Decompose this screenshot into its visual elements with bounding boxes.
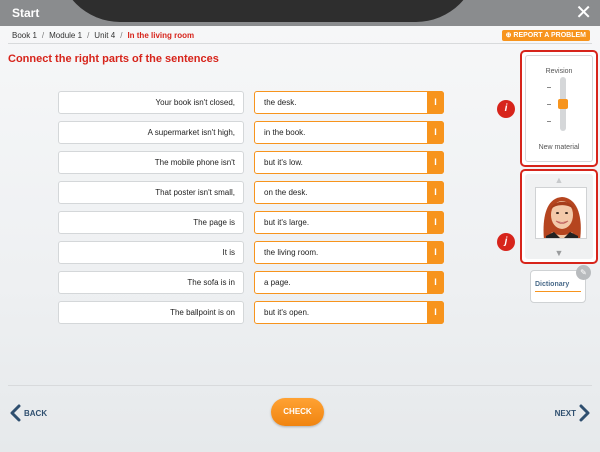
slider-tick [547,87,551,88]
sentence-start: The sofa is in [58,271,244,294]
sentence-ending-draggable[interactable]: in the book. I [254,121,444,144]
sentence-ending-draggable[interactable]: on the desk. I [254,181,444,204]
back-button[interactable]: BACK [9,404,47,422]
sentence-row: A supermarket isn't high, in the book. I [58,121,448,151]
sentence-ending: but it's low. [264,158,303,167]
chevron-down-icon[interactable]: ▼ [525,248,593,258]
report-icon: ⊕ [505,32,512,39]
breadcrumb-unit[interactable]: Unit 4 [94,31,115,40]
sentence-row: The mobile phone isn't but it's low. I [58,151,448,181]
slider-tick [547,104,551,105]
revision-label: Revision [545,68,573,75]
next-label: NEXT [554,408,576,418]
drag-handle-icon[interactable]: I [427,121,444,144]
sentence-start: Your book isn't closed, [58,91,244,114]
exercise-title: Connect the right parts of the sentences [8,53,219,65]
sentence-rows: Your book isn't closed, the desk. I A su… [58,91,448,331]
sentence-ending-draggable[interactable]: a page. I [254,271,444,294]
slider-tick [547,121,551,122]
sentence-start: The mobile phone isn't [58,151,244,174]
sentence-start: The page is [58,211,244,234]
drag-handle-icon[interactable]: I [427,211,444,234]
drag-handle-icon[interactable]: I [427,91,444,114]
sentence-ending-draggable[interactable]: but it's low. I [254,151,444,174]
sentence-row: The sofa is in a page. I [58,271,448,301]
sentence-row: Your book isn't closed, the desk. I [58,91,448,121]
breadcrumb-current: In the living room [127,31,195,40]
back-label: BACK [24,408,48,418]
sentence-ending: the desk. [264,98,297,107]
new-material-label: New material [538,144,580,151]
revision-slider-panel: Revision New material [520,50,598,167]
sentence-ending: on the desk. [264,188,308,197]
drag-handle-icon[interactable]: I [427,181,444,204]
teacher-frame: ▲ ▼ [525,174,593,259]
breadcrumb-separator: / [120,31,123,40]
main-content: Book 1 / Module 1 / Unit 4 / In the livi… [0,26,600,452]
drag-handle-icon[interactable]: I [427,271,444,294]
callout-badge-i: i [497,100,515,118]
teacher-avatar [535,187,587,239]
drag-handle-icon[interactable]: I [427,151,444,174]
sentence-row: The ballpoint is on but it's open. I [58,301,448,331]
breadcrumb-book[interactable]: Book 1 [12,31,37,40]
top-decoration [58,0,478,22]
pencil-icon[interactable]: ✎ [576,265,591,280]
sentence-ending: but it's open. [264,308,310,317]
header-divider [8,43,592,44]
drag-handle-icon[interactable]: I [427,241,444,264]
close-icon[interactable]: ✕ [575,2,592,24]
sentence-ending: the living room. [264,248,319,257]
breadcrumb-separator: / [41,31,45,40]
dictionary-button[interactable]: Dictionary ✎ [530,265,591,303]
sentence-row: It is the living room. I [58,241,448,271]
sentence-row: The page is but it's large. I [58,211,448,241]
sentence-start: That poster isn't small, [58,181,244,204]
teacher-panel: ▲ ▼ [520,169,598,264]
chevron-right-icon [579,404,590,422]
dictionary-label: Dictionary [535,281,570,288]
start-label[interactable]: Start [12,6,39,20]
sentence-start: The ballpoint is on [58,301,244,324]
sentence-row: That poster isn't small, on the desk. I [58,181,448,211]
sentence-ending: but it's large. [264,218,310,227]
sentence-ending-draggable[interactable]: the desk. I [254,91,444,114]
chevron-up-icon[interactable]: ▲ [525,175,593,185]
sentence-ending: in the book. [264,128,306,137]
dictionary-underline [535,291,581,292]
breadcrumb-separator: / [87,31,90,40]
footer-divider [8,385,592,386]
sentence-ending: a page. [264,278,291,287]
revision-slider-thumb[interactable] [558,99,568,109]
chevron-left-icon [10,404,21,422]
sentence-start: A supermarket isn't high, [58,121,244,144]
check-button[interactable]: CHECK [271,398,324,426]
report-problem-label: REPORT A PROBLEM [513,32,586,39]
sentence-ending-draggable[interactable]: but it's large. I [254,211,444,234]
report-problem-button[interactable]: ⊕ REPORT A PROBLEM [501,30,590,41]
next-button[interactable]: NEXT [555,404,591,422]
sentence-start: It is [58,241,244,264]
breadcrumb-module[interactable]: Module 1 [49,31,82,40]
drag-handle-icon[interactable]: I [427,301,444,324]
revision-slider-frame: Revision New material [525,55,593,162]
sentence-ending-draggable[interactable]: the living room. I [254,241,444,264]
sentence-ending-draggable[interactable]: but it's open. I [254,301,444,324]
top-bar: Start ✕ [0,0,600,26]
breadcrumb: Book 1 / Module 1 / Unit 4 / In the livi… [12,31,194,40]
callout-badge-j: j [497,233,515,251]
